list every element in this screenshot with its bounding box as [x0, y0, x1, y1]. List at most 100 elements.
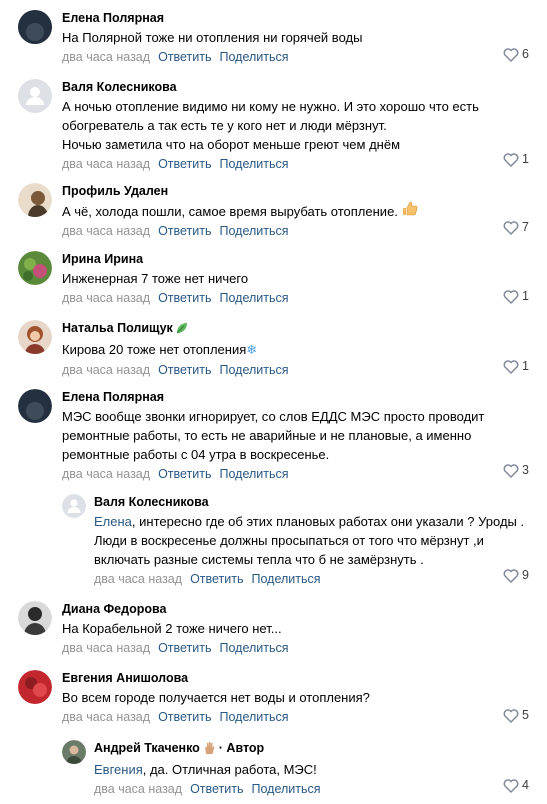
comment-text: А чё, холода пошли, самое время вырубать… [62, 201, 539, 221]
comment: Елена Полярная На Полярной тоже ни отопл… [0, 10, 547, 64]
timestamp[interactable]: два часа назад [62, 467, 150, 481]
snowflake-icon: ❄ [246, 343, 258, 358]
avatar[interactable] [18, 389, 52, 423]
share-button[interactable]: Поделиться [220, 363, 289, 377]
comment-text: Елена, интересно где об этих плановых ра… [94, 514, 525, 567]
avatar[interactable] [18, 183, 52, 217]
author-name[interactable]: Евгения Анишолова [62, 670, 539, 687]
heart-icon [503, 568, 519, 583]
timestamp[interactable]: два часа назад [62, 710, 150, 724]
heart-icon [503, 778, 519, 793]
comment: Профиль Удален А чё, холода пошли, самое… [0, 183, 547, 238]
share-button[interactable]: Поделиться [252, 782, 321, 796]
heart-icon [503, 463, 519, 478]
comment-text: МЭС вообще звонки игнорирует, со слов ЕД… [62, 409, 485, 462]
timestamp[interactable]: два часа назад [94, 572, 182, 586]
share-button[interactable]: Поделиться [220, 710, 289, 724]
comment: Ирина Ирина Инженерная 7 тоже нет ничего… [0, 251, 547, 306]
author-name[interactable]: Ирина Ирина [62, 251, 539, 268]
heart-icon [503, 359, 519, 374]
avatar[interactable] [18, 670, 52, 704]
author-name[interactable]: Валя Колесникова [62, 79, 539, 96]
heart-icon [503, 47, 519, 62]
reply-button[interactable]: Ответить [158, 50, 211, 64]
reply-button[interactable]: Ответить [158, 224, 211, 238]
like-count: 1 [522, 359, 529, 373]
comment-reply: Валя Колесникова Елена, интересно где об… [0, 494, 547, 586]
like-count: 1 [522, 289, 529, 303]
author-tag: · Автор [218, 741, 265, 755]
like-button[interactable]: 7 [503, 218, 529, 237]
heart-icon [503, 220, 519, 235]
author-name[interactable]: Андрей Ткаченко · Автор [94, 740, 539, 759]
thumbs-up-icon [402, 201, 418, 221]
reply-button[interactable]: Ответить [158, 641, 211, 655]
author-name[interactable]: Профиль Удален [62, 183, 539, 200]
reply-mention-link[interactable]: Елена [94, 514, 132, 529]
comment-reply: Андрей Ткаченко · Автор Евгения, да. Отл… [0, 740, 547, 796]
like-count: 7 [522, 220, 529, 234]
share-button[interactable]: Поделиться [252, 572, 321, 586]
author-name[interactable]: Диана Федорова [62, 601, 539, 618]
reply-button[interactable]: Ответить [158, 710, 211, 724]
comment-text: А ночью отопление видимо ни кому не нужн… [62, 99, 479, 152]
like-button[interactable]: 6 [503, 45, 529, 64]
timestamp[interactable]: два часа назад [94, 782, 182, 796]
heart-icon [503, 152, 519, 167]
reply-button[interactable]: Ответить [190, 572, 243, 586]
comment-text: На Корабельной 2 тоже ничего нет... [62, 621, 282, 636]
like-count: 4 [522, 778, 529, 792]
avatar[interactable] [18, 251, 52, 285]
reply-mention-link[interactable]: Евгения [94, 762, 143, 777]
like-button[interactable]: 4 [503, 776, 529, 795]
avatar[interactable] [18, 10, 52, 44]
like-count: 9 [522, 568, 529, 582]
comment-text: Евгения, да. Отличная работа, МЭС! [94, 762, 317, 777]
timestamp[interactable]: два часа назад [62, 641, 150, 655]
author-name[interactable]: Елена Полярная [62, 389, 539, 406]
share-button[interactable]: Поделиться [220, 467, 289, 481]
timestamp[interactable]: два часа назад [62, 363, 150, 377]
author-name[interactable]: Валя Колесникова [94, 494, 539, 511]
like-button[interactable]: 9 [503, 566, 529, 585]
timestamp[interactable]: два часа назад [62, 291, 150, 305]
like-count: 1 [522, 152, 529, 166]
share-button[interactable]: Поделиться [220, 157, 289, 171]
avatar[interactable] [18, 320, 52, 354]
share-button[interactable]: Поделиться [220, 291, 289, 305]
timestamp[interactable]: два часа назад [62, 157, 150, 171]
like-count: 5 [522, 708, 529, 722]
reply-button[interactable]: Ответить [190, 782, 243, 796]
timestamp[interactable]: два часа назад [62, 224, 150, 238]
comment: Евгения Анишолова Во всем городе получае… [0, 670, 547, 725]
heart-icon [503, 289, 519, 304]
like-count: 3 [522, 463, 529, 477]
like-button[interactable]: 3 [503, 461, 529, 480]
comment: Натальа Полищук Кирова 20 тоже нет отопл… [0, 320, 547, 377]
timestamp[interactable]: два часа назад [62, 50, 150, 64]
avatar[interactable] [18, 79, 52, 113]
like-count: 6 [522, 47, 529, 61]
avatar[interactable] [18, 601, 52, 635]
like-button[interactable]: 1 [503, 150, 529, 169]
reply-button[interactable]: Ответить [158, 291, 211, 305]
comment-text: Кирова 20 тоже нет отопления❄ [62, 342, 258, 358]
comment-text: На Полярной тоже ни отопления ни горячей… [62, 30, 363, 45]
share-button[interactable]: Поделиться [220, 224, 289, 238]
hand-emoji-icon [203, 741, 215, 759]
reply-button[interactable]: Ответить [158, 363, 211, 377]
avatar[interactable] [62, 740, 86, 764]
comment-text: Во всем городе получается нет воды и ото… [62, 690, 370, 705]
like-button[interactable]: 5 [503, 706, 529, 725]
comment: Диана Федорова На Корабельной 2 тоже нич… [0, 601, 547, 655]
share-button[interactable]: Поделиться [220, 50, 289, 64]
reply-button[interactable]: Ответить [158, 157, 211, 171]
share-button[interactable]: Поделиться [220, 641, 289, 655]
comment: Валя Колесникова А ночью отопление видим… [0, 79, 547, 171]
reply-button[interactable]: Ответить [158, 467, 211, 481]
like-button[interactable]: 1 [503, 357, 529, 376]
author-name[interactable]: Натальа Полищук [62, 320, 539, 339]
author-name[interactable]: Елена Полярная [62, 10, 539, 27]
like-button[interactable]: 1 [503, 287, 529, 306]
avatar[interactable] [62, 494, 86, 518]
